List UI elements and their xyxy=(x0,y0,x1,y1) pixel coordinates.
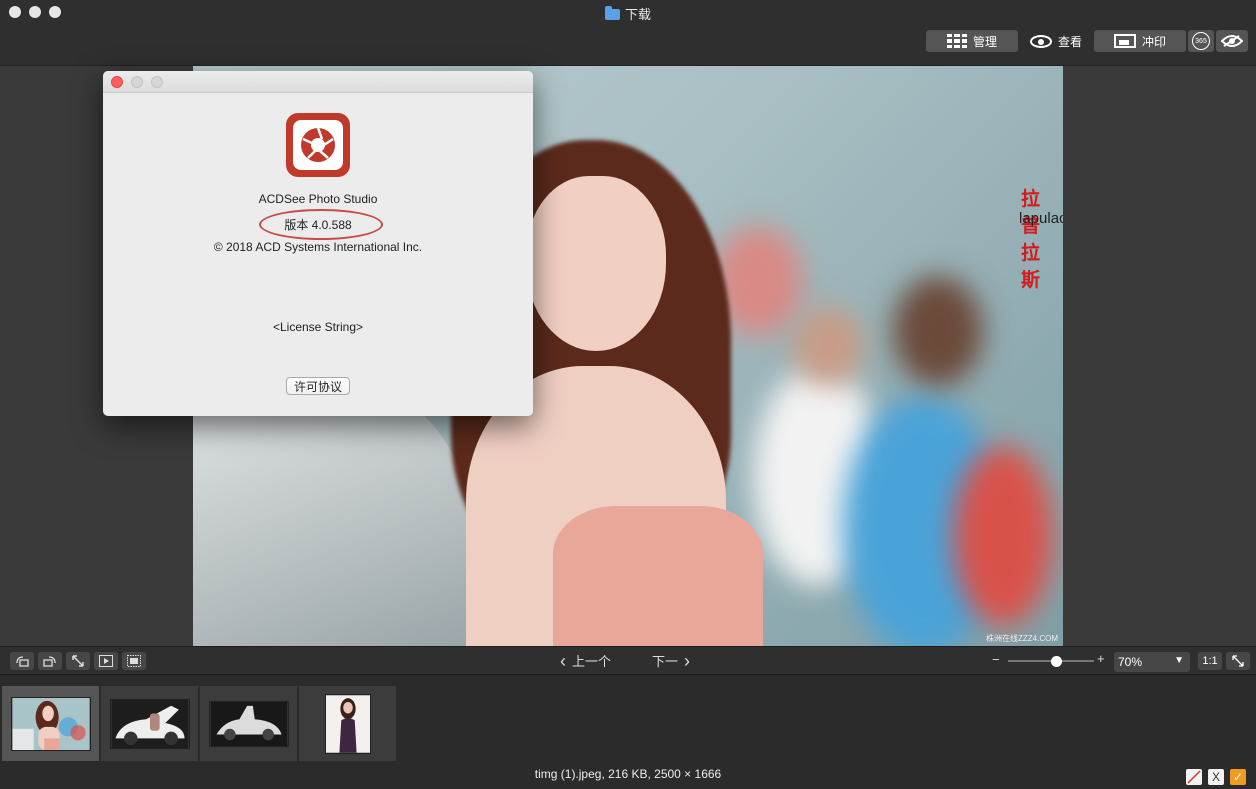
bokeh-shape xyxy=(893,276,983,386)
status-bar: timg (1).jpeg, 216 KB, 2500 × 1666 X ✓ xyxy=(0,762,1256,789)
rotate-right-icon xyxy=(43,656,56,667)
watermark-chinese: 拉普拉斯 xyxy=(1021,188,1044,291)
expand-icon xyxy=(72,655,84,667)
no-flag-icon xyxy=(1187,770,1201,784)
dashboard-mode-button[interactable] xyxy=(1216,30,1248,52)
license-string: <License String> xyxy=(272,320,364,334)
next-label: 下一 xyxy=(652,654,679,669)
rotate-left-icon xyxy=(16,656,29,667)
slideshow-button[interactable] xyxy=(94,652,118,670)
dialog-zoom-button xyxy=(151,76,163,88)
play-icon xyxy=(99,655,113,667)
actual-size-button[interactable]: 1:1 xyxy=(1198,652,1222,670)
license-agreement-button[interactable]: 许可协议 xyxy=(286,377,350,395)
acdsee-365-icon: 365 xyxy=(1192,32,1210,50)
dialog-minimize-button xyxy=(131,76,143,88)
manage-mode-label: 管理 xyxy=(972,34,997,49)
mode-toolbar: 管理 查看 冲印 365 xyxy=(0,26,1256,66)
acdsee-logo-icon xyxy=(286,113,350,177)
chevron-right-icon: › xyxy=(684,650,691,671)
window-title: 下载 xyxy=(0,4,1256,23)
fit-to-window-button[interactable] xyxy=(1226,652,1250,670)
bokeh-shape xyxy=(793,306,863,386)
filmstrip-icon xyxy=(127,655,141,667)
zoom-level-value: 70% xyxy=(1118,655,1143,669)
chevron-left-icon: ‹ xyxy=(560,650,566,671)
thumb-woman-street xyxy=(10,696,91,751)
rotate-left-button[interactable] xyxy=(10,652,34,670)
filmstrip-thumb[interactable] xyxy=(2,686,99,761)
full-screen-button[interactable] xyxy=(66,652,90,670)
folder-icon xyxy=(604,6,620,20)
filmstrip-thumb[interactable] xyxy=(299,686,396,761)
thumb-woman-dress xyxy=(324,693,371,754)
previous-label: 上一个 xyxy=(572,654,612,669)
bokeh-shape xyxy=(953,446,1053,626)
thumb-white-car xyxy=(208,700,289,747)
filmstrip xyxy=(0,674,1256,762)
reject-button[interactable]: X xyxy=(1208,769,1224,785)
reject-icon: X xyxy=(1211,770,1220,784)
view-mode-label: 查看 xyxy=(1057,34,1082,49)
app-name: ACDSee Photo Studio xyxy=(258,192,378,206)
app-version: 版本 4.0.588 xyxy=(284,218,352,232)
develop-icon xyxy=(1113,34,1136,48)
dialog-close-button[interactable] xyxy=(111,76,123,88)
manage-mode-button[interactable]: 管理 xyxy=(926,30,1018,52)
zoom-in-button[interactable]: + xyxy=(1097,651,1105,666)
acdsee-365-button[interactable]: 365 xyxy=(1188,30,1214,52)
zoom-slider-handle[interactable] xyxy=(1050,656,1062,667)
window-title-text: 下载 xyxy=(624,7,651,22)
dashboard-eye-icon xyxy=(1221,35,1243,47)
tag-button[interactable]: ✓ xyxy=(1230,769,1246,785)
view-mode-button[interactable]: 查看 xyxy=(1020,30,1092,52)
photo-corner-mark: 株洲在线ZZZ4.COM xyxy=(986,634,1058,643)
develop-mode-label: 冲印 xyxy=(1141,34,1166,49)
grid-icon xyxy=(946,34,967,48)
next-image-button[interactable]: 下一 › xyxy=(652,651,690,670)
title-bar: 下载 xyxy=(0,0,1256,26)
filmstrip-toggle-button[interactable] xyxy=(122,652,146,670)
chevron-down-icon: ▼ xyxy=(1174,655,1184,666)
zoom-out-button[interactable]: − xyxy=(992,652,1000,667)
develop-mode-button[interactable]: 冲印 xyxy=(1094,30,1186,52)
face-shape xyxy=(526,176,666,351)
viewer-control-bar: ‹ 上一个 下一 › − + 70% ▼ 1:1 xyxy=(0,646,1256,674)
eye-icon xyxy=(1029,34,1052,48)
resize-icon xyxy=(1232,655,1244,667)
about-dialog: ACDSee Photo Studio 版本 4.0.588 © 2018 AC… xyxy=(103,71,533,416)
filmstrip-thumb[interactable] xyxy=(200,686,297,761)
thumb-white-car-open xyxy=(109,698,190,749)
copyright-text: © 2018 ACD Systems International Inc. xyxy=(213,240,423,254)
clear-flag-button[interactable] xyxy=(1186,769,1202,785)
aperture-icon xyxy=(301,127,335,162)
rotate-right-button[interactable] xyxy=(38,652,62,670)
file-info: timg (1).jpeg, 216 KB, 2500 × 1666 xyxy=(534,767,722,781)
zoom-level-select[interactable]: 70% ▼ xyxy=(1114,652,1190,672)
dialog-title-bar xyxy=(103,71,533,93)
check-icon: ✓ xyxy=(1232,770,1244,784)
dress-shape xyxy=(553,506,763,646)
watermark-url: lapulace.com xyxy=(1019,210,1063,227)
previous-image-button[interactable]: ‹ 上一个 xyxy=(560,651,611,670)
filmstrip-thumb[interactable] xyxy=(101,686,198,761)
